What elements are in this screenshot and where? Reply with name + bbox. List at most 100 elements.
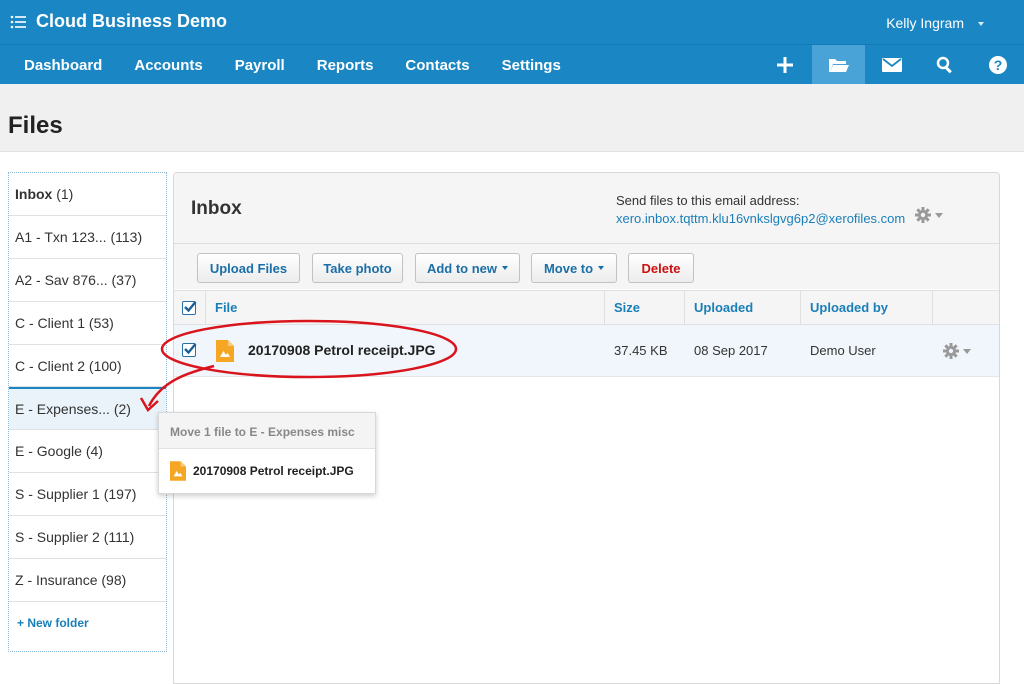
page-header: Files [0, 84, 1024, 152]
main-nav: Dashboard Accounts Payroll Reports Conta… [8, 45, 577, 85]
folder-name: Inbox [15, 186, 53, 202]
folder-name: S - Supplier 1 [15, 486, 100, 502]
help-button[interactable]: ? [971, 45, 1024, 85]
take-photo-button[interactable]: Take photo [312, 253, 403, 283]
delete-button[interactable]: Delete [628, 253, 694, 283]
chevron-down-icon [963, 348, 971, 354]
folder-count: (98) [101, 572, 127, 588]
folder-item-expenses[interactable]: E - Expenses... (2) [9, 387, 166, 430]
top-header: Cloud Business Demo Kelly Ingram Dashboa… [0, 0, 1024, 85]
folder-name: A1 - Txn 123... [15, 229, 107, 245]
nav-settings[interactable]: Settings [486, 45, 577, 85]
folder-count: (2) [113, 401, 131, 417]
search-icon [936, 56, 952, 74]
upload-files-button[interactable]: Upload Files [197, 253, 300, 283]
folder-count: (111) [103, 529, 135, 545]
folder-name: A2 - Sav 876... [15, 272, 108, 288]
column-header-actions [932, 291, 999, 326]
row-checkbox[interactable] [182, 343, 197, 357]
folder-item-client-1[interactable]: C - Client 1 (53) [9, 302, 166, 345]
select-all-checkbox[interactable] [182, 301, 197, 315]
file-uploaded-by: Demo User [810, 343, 876, 358]
new-folder-link[interactable]: + New folder [9, 602, 166, 630]
help-icon: ? [988, 56, 1007, 74]
file-name-link[interactable]: 20170908 Petrol receipt.JPG [248, 342, 436, 358]
upload-files-label: Upload Files [209, 260, 288, 276]
folder-item-inbox[interactable]: Inbox (1) [9, 173, 166, 216]
search-button[interactable] [918, 45, 971, 85]
checkmark-icon [184, 301, 197, 313]
chevron-down-icon [502, 266, 509, 270]
folder-count: (53) [88, 315, 114, 331]
column-header-file[interactable]: File [205, 291, 604, 326]
user-menu[interactable]: Kelly Ingram [886, 15, 964, 31]
svg-text:?: ? [993, 57, 1002, 73]
drag-tooltip-file: 20170908 Petrol receipt.JPG [193, 464, 354, 478]
messages-button[interactable] [865, 45, 918, 85]
folder-item-a1[interactable]: A1 - Txn 123... (113) [9, 216, 166, 259]
panel-header: Inbox Send files to this email address: … [174, 173, 999, 243]
folder-name: C - Client 1 [15, 315, 86, 331]
file-uploaded-date: 08 Sep 2017 [694, 343, 768, 358]
file-table-header: File Size Uploaded Uploaded by [174, 290, 999, 326]
plus-icon [776, 57, 793, 73]
menu-list-icon [10, 15, 26, 28]
nav-payroll[interactable]: Payroll [219, 45, 301, 85]
nav-accounts[interactable]: Accounts [118, 45, 218, 85]
folder-list: Inbox (1) A1 - Txn 123... (113) A2 - Sav… [8, 172, 167, 652]
row-options-button[interactable] [943, 343, 971, 359]
nav-reports[interactable]: Reports [301, 45, 390, 85]
org-switcher[interactable]: Cloud Business Demo [10, 11, 227, 32]
delete-label: Delete [641, 260, 681, 276]
take-photo-label: Take photo [323, 260, 392, 276]
file-size: 37.45 KB [614, 343, 668, 358]
column-header-uploaded[interactable]: Uploaded [684, 291, 800, 326]
nav-contacts[interactable]: Contacts [389, 45, 485, 85]
page-title: Files [8, 112, 63, 139]
checkmark-icon [184, 343, 197, 355]
add-to-new-button[interactable]: Add to new [415, 253, 520, 283]
folder-name: E - Expenses... [15, 401, 110, 417]
user-menu-caret-icon[interactable] [978, 22, 984, 26]
add-new-button[interactable] [757, 45, 812, 85]
folder-count: (197) [103, 486, 137, 502]
panel-title: Inbox [191, 198, 242, 219]
nav-icon-group: ? [757, 45, 1024, 85]
folder-name: Z - Insurance [15, 572, 98, 588]
folder-name: C - Client 2 [15, 358, 86, 374]
org-name[interactable]: Cloud Business Demo [36, 11, 227, 32]
file-toolbar: Upload Files Take photo Add to new Move … [174, 243, 999, 289]
folder-name: S - Supplier 2 [15, 529, 100, 545]
gear-icon [915, 207, 931, 223]
folder-item-insurance[interactable]: Z - Insurance (98) [9, 559, 166, 602]
table-row[interactable]: 20170908 Petrol receipt.JPG 37.45 KB 08 … [174, 325, 999, 377]
folder-item-supplier-2[interactable]: S - Supplier 2 (111) [9, 516, 166, 559]
move-to-button[interactable]: Move to [531, 253, 617, 283]
folder-open-icon [828, 59, 849, 72]
folder-count: (100) [88, 358, 122, 374]
chevron-down-icon [935, 212, 943, 218]
panel-options-button[interactable] [915, 207, 943, 223]
folder-count: (113) [110, 229, 143, 245]
nav-dashboard[interactable]: Dashboard [8, 45, 118, 85]
files-button[interactable] [812, 45, 865, 85]
folder-item-a2[interactable]: A2 - Sav 876... (37) [9, 259, 166, 302]
drag-move-tooltip: Move 1 file to E - Expenses misc 2017090… [158, 412, 376, 494]
chevron-down-icon [598, 266, 605, 270]
move-to-label: Move to [543, 260, 594, 276]
inbox-email-address[interactable]: xero.inbox.tqttm.klu16vnkslgvg6p2@xerofi… [616, 211, 905, 226]
image-file-icon [170, 461, 186, 481]
folder-name: E - Google [15, 443, 82, 459]
folder-item-google[interactable]: E - Google (4) [9, 430, 166, 473]
folder-item-client-2[interactable]: C - Client 2 (100) [9, 345, 166, 387]
column-header-uploaded-by[interactable]: Uploaded by [800, 291, 932, 326]
main-nav-bar: Dashboard Accounts Payroll Reports Conta… [0, 44, 1024, 85]
mail-icon [881, 58, 902, 72]
add-to-new-label: Add to new [426, 260, 498, 276]
column-header-size[interactable]: Size [604, 291, 684, 326]
folder-count: (37) [111, 272, 137, 288]
folder-item-supplier-1[interactable]: S - Supplier 1 (197) [9, 473, 166, 516]
send-files-label: Send files to this email address: [616, 193, 800, 208]
folder-count: (1) [56, 186, 74, 202]
folder-count: (4) [85, 443, 103, 459]
